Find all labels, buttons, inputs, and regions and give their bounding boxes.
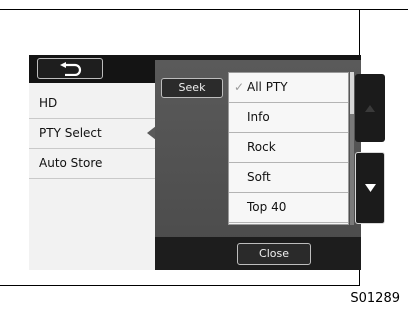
radio-screen: HD PTY Select Auto Store Seek ✓ All PTY …	[29, 55, 385, 270]
pty-option-label: Top 40	[247, 200, 287, 214]
menu-item-hd[interactable]: HD	[29, 89, 155, 119]
pty-option-soft[interactable]: Soft	[229, 163, 348, 193]
scrollbar-thumb[interactable]	[350, 72, 354, 114]
check-icon: ✓	[234, 80, 245, 94]
pty-option-label: Rock	[247, 140, 276, 154]
back-button[interactable]	[37, 58, 103, 79]
pty-option-label: Info	[247, 110, 270, 124]
triangle-up-icon	[365, 104, 375, 112]
pty-panel: Seek ✓ All PTY Info Rock Soft Top 40 Clo…	[155, 60, 385, 270]
return-arrow-icon	[60, 61, 82, 76]
scroll-up-button[interactable]	[355, 74, 385, 142]
scroll-down-button[interactable]	[355, 152, 385, 224]
settings-menu: HD PTY Select Auto Store	[29, 89, 155, 179]
list-scrollbar[interactable]	[350, 72, 354, 225]
bottom-bar: Close	[155, 237, 361, 270]
pty-option-rock[interactable]: Rock	[229, 133, 348, 163]
seek-button[interactable]: Seek	[161, 78, 223, 98]
pty-option-all-pty[interactable]: ✓ All PTY	[229, 73, 348, 103]
pty-option-label: Soft	[247, 170, 271, 184]
pty-option-top-40[interactable]: Top 40	[229, 193, 348, 223]
menu-item-pty-select[interactable]: PTY Select	[29, 119, 155, 149]
pty-list: ✓ All PTY Info Rock Soft Top 40	[228, 72, 349, 225]
close-button[interactable]: Close	[237, 243, 311, 265]
figure-code: S01289	[350, 291, 400, 306]
menu-item-auto-store[interactable]: Auto Store	[29, 149, 155, 179]
triangle-down-icon	[364, 184, 376, 192]
pty-option-info[interactable]: Info	[229, 103, 348, 133]
pty-option-label: All PTY	[247, 80, 288, 94]
